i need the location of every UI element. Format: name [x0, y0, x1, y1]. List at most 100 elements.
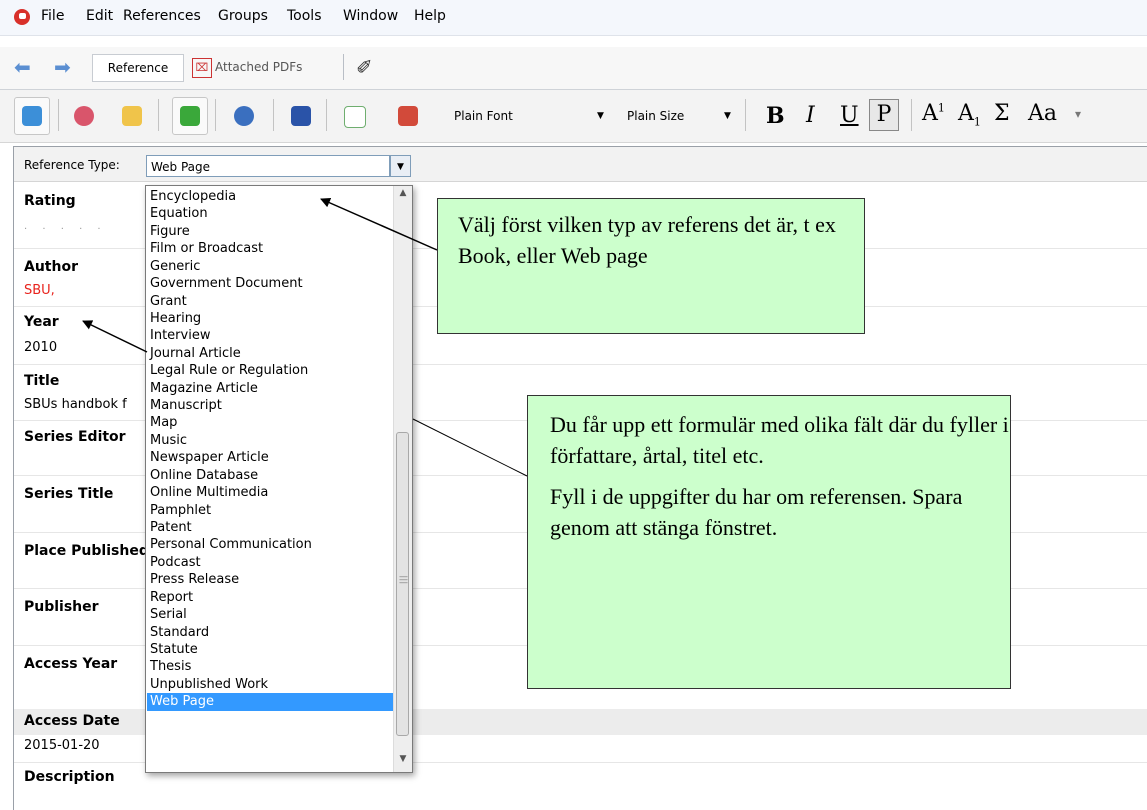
dropdown-option[interactable]: Online Database [147, 467, 394, 484]
app-icon [14, 9, 30, 25]
scroll-down-arrow-icon[interactable]: ▼ [394, 754, 412, 770]
dropdown-option[interactable]: Magazine Article [147, 380, 394, 397]
dropdown-option[interactable]: Patent [147, 519, 394, 536]
plain-button[interactable]: P [869, 99, 899, 131]
dropdown-option[interactable]: Serial [147, 606, 394, 623]
paperclip-icon[interactable]: ✐ [356, 55, 373, 79]
reference-type-dropdown-list[interactable]: Encyclopedia Equation Figure Film or Broadc… [145, 185, 413, 773]
superscript-mark: 1 [937, 101, 945, 115]
dropdown-option[interactable]: Figure [147, 223, 394, 240]
font-select[interactable]: Plain Font [454, 103, 614, 129]
author-value[interactable]: SBU, [24, 283, 55, 298]
subscript-label: A [958, 101, 974, 126]
online-search-button[interactable] [66, 97, 102, 135]
dropdown-option[interactable]: Web Page [147, 693, 394, 711]
menu-bar: File Edit References Groups Tools Window… [0, 0, 1147, 36]
dropdown-option[interactable]: Standard [147, 624, 394, 641]
forward-arrow-icon[interactable]: ➡ [54, 57, 76, 77]
dropdown-option[interactable]: Map [147, 414, 394, 431]
italic-button[interactable]: I [806, 103, 815, 128]
dropdown-option[interactable]: Equation [147, 205, 394, 222]
sync-icon [22, 106, 42, 126]
more-chevron-icon[interactable]: ▾ [1075, 107, 1081, 121]
dropdown-option[interactable]: Podcast [147, 554, 394, 571]
globe-icon [74, 106, 94, 126]
dropdown-option[interactable]: Report [147, 589, 394, 606]
dropdown-option[interactable]: Encyclopedia [147, 188, 394, 205]
sync-button[interactable] [14, 97, 50, 135]
list-icon [344, 106, 366, 128]
scroll-thumb[interactable]: — — — [396, 432, 409, 736]
dropdown-option[interactable]: Press Release [147, 571, 394, 588]
access-date-value[interactable]: 2015-01-20 [24, 738, 100, 753]
callout-choose-type: Välj först vilken typ av referens det är… [437, 198, 865, 334]
callout-fill-form-text-1: Du får upp ett formulär med olika fält d… [550, 412, 1009, 468]
dropdown-option[interactable]: Newspaper Article [147, 449, 394, 466]
change-case-button[interactable]: Aa [1028, 101, 1057, 126]
access-year-label: Access Year [24, 656, 118, 672]
reference-type-select[interactable]: Web Page [146, 155, 390, 177]
dropdown-option[interactable]: Journal Article [147, 345, 394, 362]
dropdown-scrollbar[interactable]: ▲ — — — ▼ [393, 186, 412, 772]
dropdown-option[interactable]: Thesis [147, 658, 394, 675]
year-label: Year [24, 314, 59, 330]
dropdown-option[interactable]: Government Document [147, 275, 394, 292]
dropdown-option[interactable]: Pamphlet [147, 502, 394, 519]
tab-bar: ⬅ ➡ Reference ⌧ Attached PDFs [0, 47, 1147, 90]
dropdown-option[interactable]: Grant [147, 293, 394, 310]
menu-edit[interactable]: Edit [86, 8, 113, 24]
dropdown-option[interactable]: Online Multimedia [147, 484, 394, 501]
toolbar-divider [215, 99, 216, 131]
open-library-button[interactable] [114, 97, 150, 135]
subscript-button[interactable]: A1 [958, 101, 981, 128]
reference-type-dropdown-button[interactable]: ▼ [390, 155, 411, 177]
pin-button[interactable] [283, 97, 319, 135]
dropdown-option[interactable]: Film or Broadcast [147, 240, 394, 257]
menu-file[interactable]: File [41, 8, 64, 24]
description-label: Description [24, 769, 115, 785]
pencil-icon [398, 106, 418, 126]
tab-reference[interactable]: Reference [92, 54, 184, 82]
superscript-button[interactable]: A1 [922, 101, 945, 126]
dropdown-option[interactable]: Legal Rule or Regulation [147, 362, 394, 379]
tab-attached-pdfs[interactable]: ⌧ Attached PDFs [192, 54, 340, 80]
dropdown-option[interactable]: Statute [147, 641, 394, 658]
symbol-button[interactable]: Σ [994, 101, 1010, 126]
size-select[interactable]: Plain Size [627, 103, 737, 129]
chevron-down-icon[interactable]: ▼ [724, 103, 731, 129]
toolbar-divider [911, 99, 912, 131]
dropdown-option[interactable]: Hearing [147, 310, 394, 327]
tab-attached-pdfs-label: Attached PDFs [215, 60, 303, 74]
menu-groups[interactable]: Groups [218, 8, 268, 24]
title-value[interactable]: SBUs handbok f [24, 397, 127, 412]
folder-icon [122, 106, 142, 126]
menu-help[interactable]: Help [414, 8, 446, 24]
menu-references[interactable]: References [123, 8, 201, 24]
save-button[interactable] [172, 97, 208, 135]
dropdown-option[interactable]: Personal Communication [147, 536, 394, 553]
rating-stars[interactable]: · · · · · [24, 224, 107, 235]
year-value[interactable]: 2010 [24, 340, 57, 355]
menu-window[interactable]: Window [343, 8, 398, 24]
insert-citation-button[interactable] [226, 97, 262, 135]
author-label: Author [24, 259, 78, 275]
underline-button[interactable]: U [840, 103, 859, 128]
toolbar-divider [326, 99, 327, 131]
format-bibliography-button[interactable] [336, 97, 372, 135]
dropdown-option[interactable]: Music [147, 432, 394, 449]
menu-tools[interactable]: Tools [287, 8, 322, 24]
dropdown-option[interactable]: Generic [147, 258, 394, 275]
dropdown-option[interactable]: Manuscript [147, 397, 394, 414]
toolbar-divider [158, 99, 159, 131]
pdf-icon: ⌧ [192, 57, 212, 78]
dropdown-option[interactable]: Interview [147, 327, 394, 344]
scroll-up-arrow-icon[interactable]: ▲ [394, 188, 412, 204]
edit-button[interactable] [390, 97, 426, 135]
checkmark-icon [180, 106, 200, 126]
chevron-down-icon[interactable]: ▼ [597, 103, 604, 129]
back-arrow-icon[interactable]: ⬅ [14, 57, 36, 77]
bold-button[interactable]: B [766, 103, 785, 129]
pointer-icon [234, 106, 254, 126]
series-title-label: Series Title [24, 486, 114, 502]
dropdown-option[interactable]: Unpublished Work [147, 676, 394, 693]
